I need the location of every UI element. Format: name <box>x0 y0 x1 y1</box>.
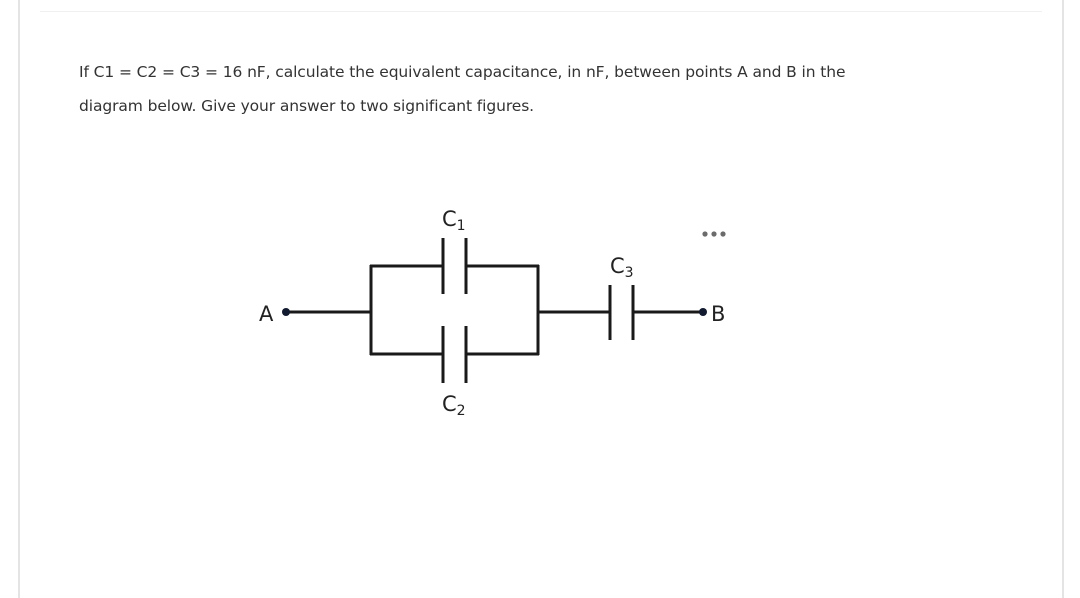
circuit-svg: A B C1 C2 C3 <box>259 207 730 419</box>
circuit-diagram: A B C1 C2 C3 <box>250 190 750 430</box>
question-text: If C1 = C2 = C3 = 16 nF, calculate the e… <box>79 55 979 123</box>
terminal-a-dot <box>282 308 290 316</box>
capacitor-c2-label: C2 <box>442 392 466 419</box>
ellipsis-icon[interactable] <box>698 226 730 242</box>
capacitor-c1-label: C1 <box>442 207 466 234</box>
terminal-a-label: A <box>259 302 274 326</box>
terminal-b-dot <box>699 308 707 316</box>
capacitor-c3-label: C3 <box>610 254 634 281</box>
question-line-1: If C1 = C2 = C3 = 16 nF, calculate the e… <box>79 63 846 81</box>
divider <box>40 11 1042 12</box>
terminal-b-label: B <box>711 302 725 326</box>
question-line-2: diagram below. Give your answer to two s… <box>79 97 535 115</box>
